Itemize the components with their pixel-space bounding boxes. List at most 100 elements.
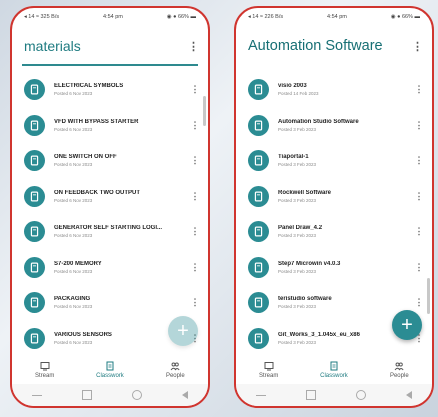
list-item[interactable]: ONE SWITCH ON OFF Posted 6 Nov 2023 ⋮ xyxy=(12,143,208,179)
add-button[interactable]: + xyxy=(392,310,422,340)
list-item-date: Posted 6 Nov 2023 xyxy=(54,126,93,132)
add-button[interactable]: + xyxy=(168,316,198,346)
page-title: Automation Software xyxy=(248,38,383,54)
list-item-text: Tiaportal-1 Posted 3 Feb 2023 xyxy=(278,154,414,167)
document-icon xyxy=(248,185,269,207)
scrollbar[interactable] xyxy=(203,96,206,126)
more-vert-icon[interactable]: ⋮ xyxy=(412,40,423,53)
home-icon[interactable] xyxy=(132,390,142,400)
nav-stream[interactable]: Stream xyxy=(244,361,294,379)
document-icon xyxy=(24,114,45,136)
more-vert-icon[interactable]: ⋮ xyxy=(414,191,424,202)
list-item[interactable]: Rockwell Software Posted 3 Feb 2023 ⋮ xyxy=(236,179,432,215)
more-vert-icon[interactable]: ⋮ xyxy=(190,226,200,237)
list-item-title: Panel Draw_4.2 xyxy=(278,225,323,232)
more-vert-icon[interactable]: ⋮ xyxy=(414,297,424,308)
status-network: ◂ 14 ≈ 226 B/s xyxy=(248,14,284,20)
list-item-title: PACKAGING xyxy=(54,296,91,303)
recents-icon[interactable] xyxy=(306,390,316,400)
list-item-date: Posted 6 Nov 2023 xyxy=(54,233,93,239)
more-vert-icon[interactable]: ⋮ xyxy=(188,40,199,53)
back-icon[interactable] xyxy=(406,391,412,399)
list-item-title: S7-200 MEMORY xyxy=(54,260,102,267)
document-icon xyxy=(248,150,269,172)
more-vert-icon[interactable]: ⋮ xyxy=(414,120,424,131)
list-item-title: teristudio software xyxy=(278,296,332,303)
list-item[interactable]: Step7 Microwin v4.0.3 Posted 3 Feb 2023 ⋮ xyxy=(236,250,432,286)
menu-icon[interactable] xyxy=(32,394,42,396)
more-vert-icon[interactable]: ⋮ xyxy=(414,84,424,95)
list-item-date: Posted 6 Nov 2023 xyxy=(54,197,93,203)
nav-stream-label: Stream xyxy=(258,373,279,379)
recents-icon[interactable] xyxy=(82,390,92,400)
scrollbar[interactable] xyxy=(427,278,430,314)
status-battery: ◉ ● 66% ▬ xyxy=(166,14,196,20)
status-battery: ◉ ● 66% ▬ xyxy=(390,14,420,20)
list-item[interactable]: Panel Draw_4.2 Posted 3 Feb 2023 ⋮ xyxy=(236,214,432,250)
more-vert-icon[interactable]: ⋮ xyxy=(190,191,200,202)
list-item-text: Rockwell Software Posted 3 Feb 2023 xyxy=(278,190,414,203)
list-item-date: Posted 3 Feb 2023 xyxy=(278,304,317,310)
nav-people[interactable]: People xyxy=(374,361,424,379)
menu-icon[interactable] xyxy=(256,394,266,396)
nav-classwork-label: Classwork xyxy=(320,373,348,379)
classwork-icon xyxy=(106,361,114,371)
bottom-nav: Stream Classwork People xyxy=(12,356,208,384)
list-item-text: visio 2003 Posted 14 Feb 2023 xyxy=(278,83,414,96)
more-vert-icon[interactable]: ⋮ xyxy=(414,226,424,237)
list-item-date: Posted 6 Nov 2023 xyxy=(54,91,93,97)
list-item[interactable]: VFD WITH BYPASS STARTER Posted 6 Nov 2023… xyxy=(12,108,208,144)
list-item[interactable]: visio 2003 Posted 14 Feb 2023 ⋮ xyxy=(236,72,432,108)
more-vert-icon[interactable]: ⋮ xyxy=(190,297,200,308)
document-icon xyxy=(24,256,45,278)
system-nav-bar xyxy=(12,384,208,406)
stream-icon xyxy=(40,362,50,371)
document-icon xyxy=(24,327,45,349)
list-item-title: Tiaportal-1 xyxy=(278,154,309,161)
more-vert-icon[interactable]: ⋮ xyxy=(190,155,200,166)
system-nav-bar xyxy=(236,384,432,406)
title-divider xyxy=(22,64,198,66)
document-icon xyxy=(248,221,269,243)
list-item[interactable]: Tiaportal-1 Posted 3 Feb 2023 ⋮ xyxy=(236,143,432,179)
nav-stream[interactable]: Stream xyxy=(20,361,70,379)
list-item-text: Step7 Microwin v4.0.3 Posted 3 Feb 2023 xyxy=(278,261,414,274)
nav-people-label: People xyxy=(389,373,409,379)
nav-people-label: People xyxy=(165,373,185,379)
list-item-title: visio 2003 xyxy=(278,83,307,90)
list-item-title: GENERATOR SELF STARTING LOGI... xyxy=(54,225,163,232)
nav-people[interactable]: People xyxy=(150,361,200,379)
document-icon xyxy=(248,79,269,101)
document-icon xyxy=(24,221,45,243)
bottom-nav: Stream Classwork People xyxy=(236,356,432,384)
status-bar: ◂ 14 ≈ 325 B/s 4:54 pm ◉ ● 66% ▬ xyxy=(12,8,208,26)
list-item[interactable]: PACKAGING Posted 6 Nov 2023 ⋮ xyxy=(12,285,208,321)
back-icon[interactable] xyxy=(182,391,188,399)
more-vert-icon[interactable]: ⋮ xyxy=(190,84,200,95)
list-item-date: Posted 3 Feb 2023 xyxy=(278,233,317,239)
list-item[interactable]: S7-200 MEMORY Posted 6 Nov 2023 ⋮ xyxy=(12,250,208,286)
list-item-text: S7-200 MEMORY Posted 6 Nov 2023 xyxy=(54,261,190,274)
list-item[interactable]: ON FEEDBACK TWO OUTPUT Posted 6 Nov 2023 ⋮ xyxy=(12,179,208,215)
more-vert-icon[interactable]: ⋮ xyxy=(414,262,424,273)
document-icon xyxy=(24,150,45,172)
list-item[interactable]: ELECTRICAL SYMBOLS Posted 6 Nov 2023 ⋮ xyxy=(12,72,208,108)
nav-classwork[interactable]: Classwork xyxy=(85,361,135,379)
list-item-date: Posted 3 Feb 2023 xyxy=(278,339,317,345)
list-item-text: VFD WITH BYPASS STARTER Posted 6 Nov 2023 xyxy=(54,119,190,132)
document-icon xyxy=(24,79,45,101)
list-item-title: VFD WITH BYPASS STARTER xyxy=(54,118,139,125)
more-vert-icon[interactable]: ⋮ xyxy=(414,155,424,166)
nav-classwork[interactable]: Classwork xyxy=(309,361,359,379)
list-item[interactable]: GENERATOR SELF STARTING LOGI... Posted 6 … xyxy=(12,214,208,250)
list-item-date: Posted 3 Feb 2023 xyxy=(278,268,317,274)
more-vert-icon[interactable]: ⋮ xyxy=(190,120,200,131)
list-item-text: ONE SWITCH ON OFF Posted 6 Nov 2023 xyxy=(54,154,190,167)
nav-classwork-label: Classwork xyxy=(96,373,124,379)
list-item[interactable]: Automation Studio Software Posted 3 Feb 2… xyxy=(236,108,432,144)
list-item-text: Automation Studio Software Posted 3 Feb 2… xyxy=(278,119,414,132)
more-vert-icon[interactable]: ⋮ xyxy=(190,262,200,273)
home-icon[interactable] xyxy=(356,390,366,400)
list-item-title: ON FEEDBACK TWO OUTPUT xyxy=(54,189,140,196)
status-network: ◂ 14 ≈ 325 B/s xyxy=(24,14,60,20)
